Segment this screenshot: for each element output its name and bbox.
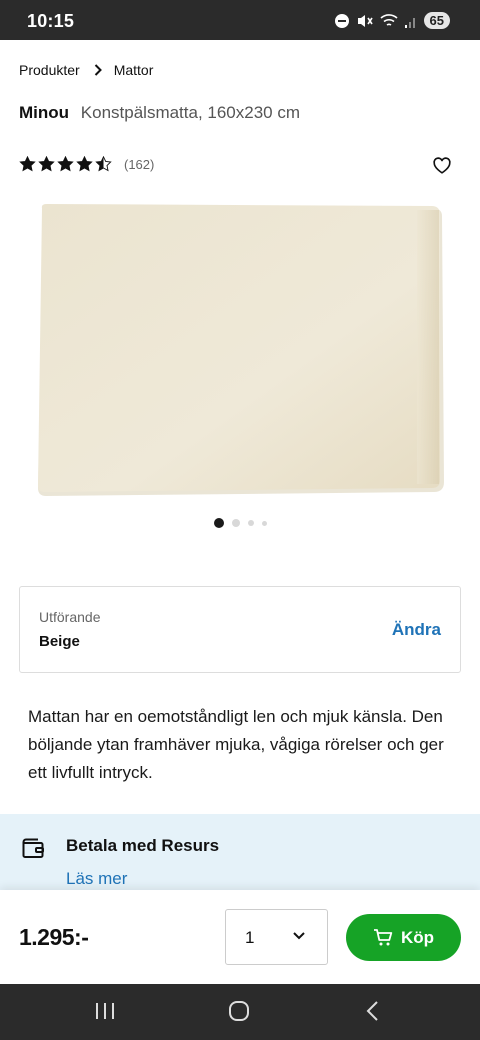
quantity-value: 1 [245, 928, 255, 947]
cart-icon [373, 928, 393, 945]
gallery-dot[interactable] [261, 520, 267, 526]
variant-selector: Utförande Beige Ändra [19, 586, 461, 673]
wallet-icon [22, 838, 44, 858]
gallery-pagination [0, 518, 480, 528]
product-title: Minou Konstpälsmatta, 160x230 cm [19, 103, 300, 123]
star-icon [19, 156, 36, 172]
star-icon [76, 156, 93, 172]
wifi-icon [379, 13, 398, 26]
breadcrumb-item-rugs[interactable]: Mattor [114, 62, 154, 78]
buy-button[interactable]: Köp [346, 914, 461, 961]
battery-indicator: 65 [423, 12, 450, 29]
review-count: (162) [124, 156, 155, 172]
signal-icon [404, 17, 415, 28]
chevron-down-icon [293, 932, 305, 940]
do-not-disturb-icon [334, 13, 349, 28]
star-icon [38, 156, 55, 172]
buy-bar: 1.295:- 1 Köp [0, 890, 480, 984]
quantity-select[interactable]: 1 [225, 909, 328, 965]
product-description: Mattan har en oemotståndligt len och mju… [28, 707, 444, 782]
rating-stars [19, 156, 112, 172]
status-icons: 65 [334, 12, 450, 29]
favorite-heart-icon[interactable] [431, 154, 453, 176]
gallery-dot[interactable] [213, 518, 224, 528]
back-icon[interactable] [365, 1000, 381, 1022]
product-name: Konstpälsmatta, 160x230 cm [80, 103, 301, 122]
breadcrumb-item-products[interactable]: Produkter [19, 62, 80, 78]
star-icon [95, 156, 112, 172]
star-icon [57, 156, 74, 172]
status-bar: 10:15 65 [0, 0, 480, 40]
recent-apps-icon[interactable] [94, 1000, 116, 1022]
chevron-right-icon [94, 64, 102, 76]
home-icon[interactable] [228, 1000, 250, 1022]
mute-icon [357, 14, 373, 27]
gallery-dot[interactable] [247, 520, 254, 526]
payment-heading: Betala med Resurs [66, 836, 220, 855]
change-variant-button[interactable]: Ändra [392, 620, 441, 640]
breadcrumb: Produkter Mattor [19, 62, 153, 78]
status-time: 10:15 [27, 11, 75, 31]
price: 1.295:- [19, 924, 89, 950]
read-more-link[interactable]: Läs mer [66, 869, 127, 889]
payment-info-panel: Betala med Resurs Läs mer [0, 814, 480, 900]
gallery-dot[interactable] [231, 519, 240, 527]
navigation-bar [0, 984, 480, 1040]
product-brand: Minou [19, 103, 70, 122]
product-image[interactable] [32, 200, 450, 504]
variant-value: Beige [39, 633, 80, 650]
product-rating[interactable]: (162) [19, 156, 154, 172]
buy-label: Köp [400, 927, 435, 947]
variant-label: Utförande [39, 609, 101, 625]
